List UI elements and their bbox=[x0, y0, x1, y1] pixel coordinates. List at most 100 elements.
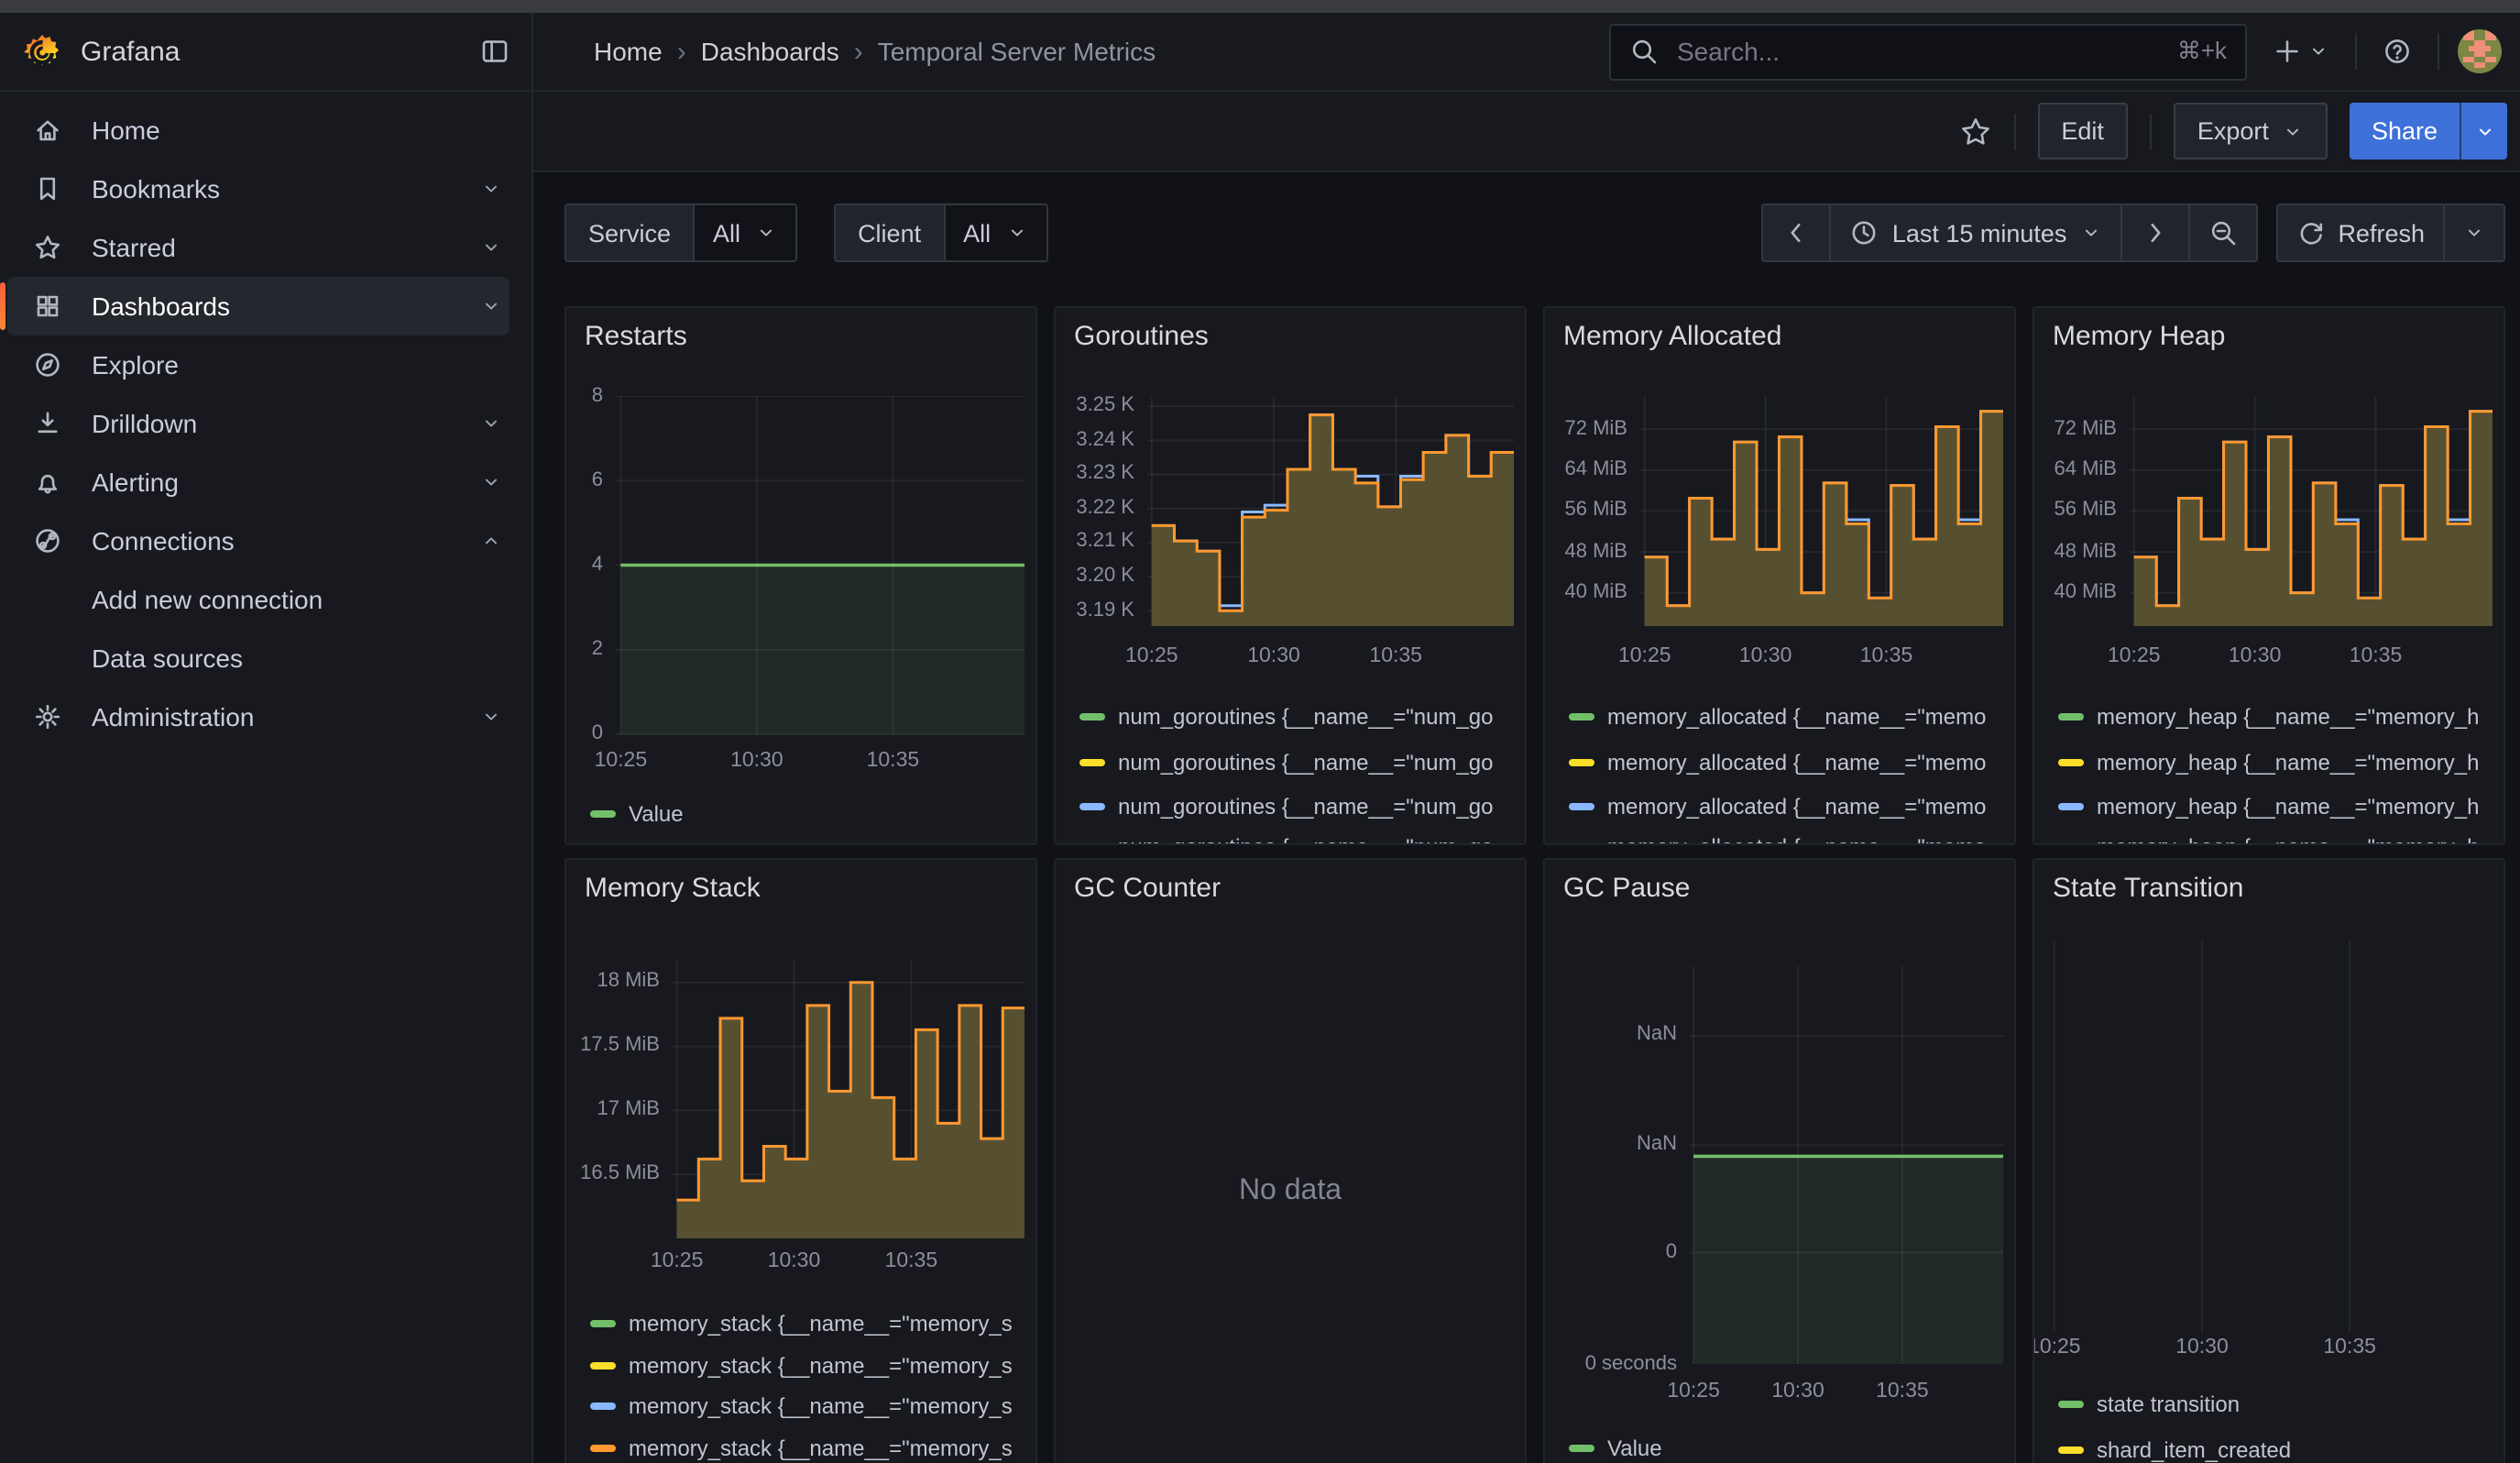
breadcrumb-dashboards[interactable]: Dashboards bbox=[701, 37, 839, 66]
refresh-interval-dropdown[interactable] bbox=[2445, 204, 2505, 262]
chart-plot-gc-pause[interactable] bbox=[1690, 966, 2003, 1364]
search-icon bbox=[1629, 37, 1659, 66]
legend-label[interactable]: memory_allocated {__name__="memo bbox=[1607, 833, 1986, 844]
legend-item[interactable]: memory_heap {__name__="memory_h bbox=[2058, 702, 2496, 732]
legend-item[interactable]: memory_allocated {__name__="memo bbox=[1569, 831, 2007, 844]
chevron-down-icon[interactable] bbox=[480, 471, 502, 493]
legend-item[interactable]: memory_allocated {__name__="memo bbox=[1569, 747, 2007, 776]
legend-item[interactable]: memory_heap {__name__="memory_h bbox=[2058, 831, 2496, 844]
share-button[interactable]: Share bbox=[2350, 103, 2460, 160]
time-forward-button[interactable] bbox=[2121, 204, 2189, 262]
legend-item[interactable]: memory_stack {__name__="memory_s bbox=[590, 1309, 1028, 1338]
sidebar-item-drilldown[interactable]: Drilldown bbox=[0, 394, 509, 453]
legend-item[interactable]: memory_heap {__name__="memory_h bbox=[2058, 747, 2496, 776]
legend-label[interactable]: Value bbox=[1607, 1436, 1662, 1461]
chart-plot-state-transition[interactable] bbox=[2049, 940, 2493, 1333]
sidebar-item-explore[interactable]: Explore bbox=[0, 336, 509, 394]
chevron-down-icon[interactable] bbox=[480, 706, 502, 728]
sidebar-item-starred[interactable]: Starred bbox=[0, 218, 509, 277]
chart-plot-restarts[interactable] bbox=[616, 396, 1024, 734]
panel-title-memory-allocated[interactable]: Memory Allocated bbox=[1563, 321, 1781, 352]
legend-item[interactable]: num_goroutines {__name__="num_go bbox=[1079, 831, 1517, 844]
legend-label[interactable]: memory_heap {__name__="memory_h bbox=[2097, 833, 2479, 844]
sidebar-item-add-new-connection[interactable]: Add new connection bbox=[0, 570, 509, 629]
add-new-button[interactable] bbox=[2265, 29, 2337, 73]
legend-label[interactable]: num_goroutines {__name__="num_go bbox=[1118, 749, 1494, 775]
user-avatar[interactable] bbox=[2458, 29, 2502, 73]
panel-title-restarts[interactable]: Restarts bbox=[585, 321, 687, 352]
time-range-picker[interactable]: Last 15 minutes bbox=[1832, 204, 2122, 262]
legend-item[interactable]: memory_stack {__name__="memory_s bbox=[590, 1392, 1028, 1421]
favorite-star-icon[interactable] bbox=[1958, 115, 1991, 148]
client-filter-value[interactable]: All bbox=[945, 205, 1046, 260]
sidebar-item-dashboards[interactable]: Dashboards bbox=[7, 277, 509, 336]
grafana-logo-icon[interactable] bbox=[22, 30, 62, 72]
sidebar-item-alerting[interactable]: Alerting bbox=[0, 453, 509, 512]
sidebar-item-data-sources[interactable]: Data sources bbox=[0, 629, 509, 688]
chevron-down-icon[interactable] bbox=[480, 236, 502, 258]
sidebar-item-bookmarks[interactable]: Bookmarks bbox=[0, 160, 509, 218]
help-button[interactable] bbox=[2375, 29, 2419, 73]
chevron-down-icon[interactable] bbox=[480, 295, 502, 317]
legend-item[interactable]: memory_allocated {__name__="memo bbox=[1569, 792, 2007, 821]
no-data-message: No data bbox=[1056, 1175, 1525, 1208]
legend-item[interactable]: memory_heap {__name__="memory_h bbox=[2058, 792, 2496, 821]
chevron-up-icon[interactable] bbox=[480, 530, 502, 552]
legend-label[interactable]: state transition bbox=[2097, 1392, 2240, 1417]
breadcrumb-current: Temporal Server Metrics bbox=[878, 37, 1156, 66]
legend-item[interactable]: Value bbox=[590, 799, 1028, 829]
legend-item[interactable]: memory_stack {__name__="memory_s bbox=[590, 1433, 1028, 1462]
sidebar-item-administration[interactable]: Administration bbox=[0, 688, 509, 746]
sidebar-item-home[interactable]: Home bbox=[0, 101, 509, 160]
panel-title-memory-stack[interactable]: Memory Stack bbox=[585, 873, 761, 904]
legend-label[interactable]: memory_stack {__name__="memory_s bbox=[629, 1393, 1013, 1419]
chevron-down-icon[interactable] bbox=[480, 178, 502, 200]
legend-label[interactable]: memory_stack {__name__="memory_s bbox=[629, 1352, 1013, 1378]
legend-label[interactable]: memory_heap {__name__="memory_h bbox=[2097, 704, 2479, 730]
chart-plot-memory-heap[interactable] bbox=[2130, 396, 2493, 626]
legend-label[interactable]: memory_stack {__name__="memory_s bbox=[629, 1435, 1013, 1460]
panel-title-gc-counter[interactable]: GC Counter bbox=[1074, 873, 1221, 904]
legend-label[interactable]: memory_heap {__name__="memory_h bbox=[2097, 749, 2479, 775]
panel-gc-counter: GC Counter No data bbox=[1054, 858, 1527, 1463]
legend-label[interactable]: num_goroutines {__name__="num_go bbox=[1118, 794, 1494, 820]
legend-label[interactable]: num_goroutines {__name__="num_go bbox=[1118, 704, 1494, 730]
legend-item[interactable]: num_goroutines {__name__="num_go bbox=[1079, 792, 1517, 821]
legend-label[interactable]: memory_allocated {__name__="memo bbox=[1607, 749, 1986, 775]
dock-sidebar-icon[interactable] bbox=[480, 37, 509, 66]
zoom-out-button[interactable] bbox=[2189, 204, 2257, 262]
panel-title-memory-heap[interactable]: Memory Heap bbox=[2053, 321, 2225, 352]
time-back-button[interactable] bbox=[1762, 204, 1832, 262]
panel-title-goroutines[interactable]: Goroutines bbox=[1074, 321, 1209, 352]
service-filter-value[interactable]: All bbox=[695, 205, 795, 260]
refresh-button[interactable]: Refresh bbox=[2275, 204, 2445, 262]
legend-item[interactable]: Value bbox=[1569, 1434, 2007, 1463]
chart-plot-goroutines[interactable] bbox=[1147, 398, 1514, 626]
legend-item[interactable]: shard_item_created bbox=[2058, 1435, 2496, 1463]
legend-item[interactable]: memory_stack {__name__="memory_s bbox=[590, 1350, 1028, 1380]
breadcrumb-home[interactable]: Home bbox=[594, 37, 663, 66]
legend-label[interactable]: memory_heap {__name__="memory_h bbox=[2097, 794, 2479, 820]
chart-plot-memory-stack[interactable] bbox=[673, 961, 1024, 1238]
legend-label[interactable]: Value bbox=[629, 801, 684, 827]
legend-item[interactable]: memory_allocated {__name__="memo bbox=[1569, 702, 2007, 732]
sidebar-item-connections[interactable]: Connections bbox=[0, 512, 509, 570]
legend-label[interactable]: num_goroutines {__name__="num_go bbox=[1118, 833, 1494, 844]
share-dropdown-button[interactable] bbox=[2460, 103, 2507, 160]
search-box[interactable]: ⌘+k bbox=[1609, 23, 2247, 80]
legend-item[interactable]: num_goroutines {__name__="num_go bbox=[1079, 702, 1517, 732]
legend-item[interactable]: state transition bbox=[2058, 1390, 2496, 1419]
chart-plot-memory-allocated[interactable] bbox=[1640, 396, 2003, 626]
legend-label[interactable]: memory_allocated {__name__="memo bbox=[1607, 794, 1986, 820]
panel-title-gc-pause[interactable]: GC Pause bbox=[1563, 873, 1690, 904]
legend-label[interactable]: shard_item_created bbox=[2097, 1436, 2291, 1462]
search-input[interactable] bbox=[1673, 35, 2163, 68]
chevron-down-icon[interactable] bbox=[480, 412, 502, 434]
legend-label[interactable]: memory_stack {__name__="memory_s bbox=[629, 1311, 1013, 1336]
legend-item[interactable]: num_goroutines {__name__="num_go bbox=[1079, 747, 1517, 776]
y-axis-tick: 3.25 K bbox=[1056, 394, 1134, 416]
edit-button[interactable]: Edit bbox=[2037, 103, 2128, 160]
legend-label[interactable]: memory_allocated {__name__="memo bbox=[1607, 704, 1986, 730]
panel-title-state-transition[interactable]: State Transition bbox=[2053, 873, 2243, 904]
export-button[interactable]: Export bbox=[2174, 103, 2328, 160]
